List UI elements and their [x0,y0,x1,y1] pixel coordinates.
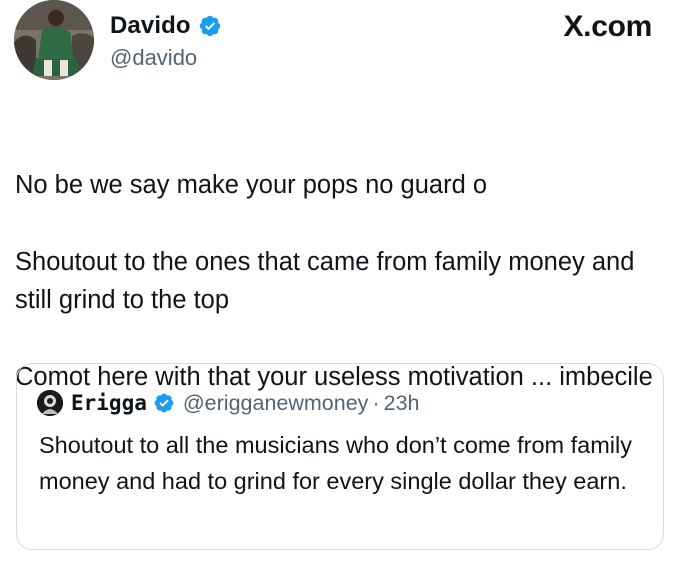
display-name-row: Davido [110,10,222,42]
author-display-name[interactable]: Davido [110,12,191,40]
quoted-author-handle[interactable]: @erigganewmoney [183,391,369,416]
tweet-line: Shoutout to the ones that came from fami… [15,247,635,315]
quoted-tweet-card[interactable]: Erigga @erigganewmoney · 23h Shoutout to… [16,363,664,550]
x-com-label: X.com [563,10,652,43]
x-com-logo: X.com [563,10,652,44]
quoted-tweet-text: Shoutout to all the musicians who don’t … [39,432,632,494]
author-handle[interactable]: @davido [110,45,222,71]
quoted-tweet-timestamp[interactable]: 23h [384,391,420,416]
separator-dot: · [372,390,380,415]
verified-badge-icon [153,392,175,414]
quoted-author-display-name[interactable]: Erigga [71,391,147,415]
author-block: Davido @davido [110,10,222,71]
tweet-card: Davido @davido X.com No be we say make y… [0,0,680,576]
verified-badge-icon [198,14,222,38]
quoted-tweet-header: Erigga @erigganewmoney · 23h [37,388,419,418]
quoted-author-avatar[interactable] [37,390,63,416]
tweet-line: No be we say make your pops no guard o [15,170,488,199]
author-avatar[interactable] [14,0,94,80]
